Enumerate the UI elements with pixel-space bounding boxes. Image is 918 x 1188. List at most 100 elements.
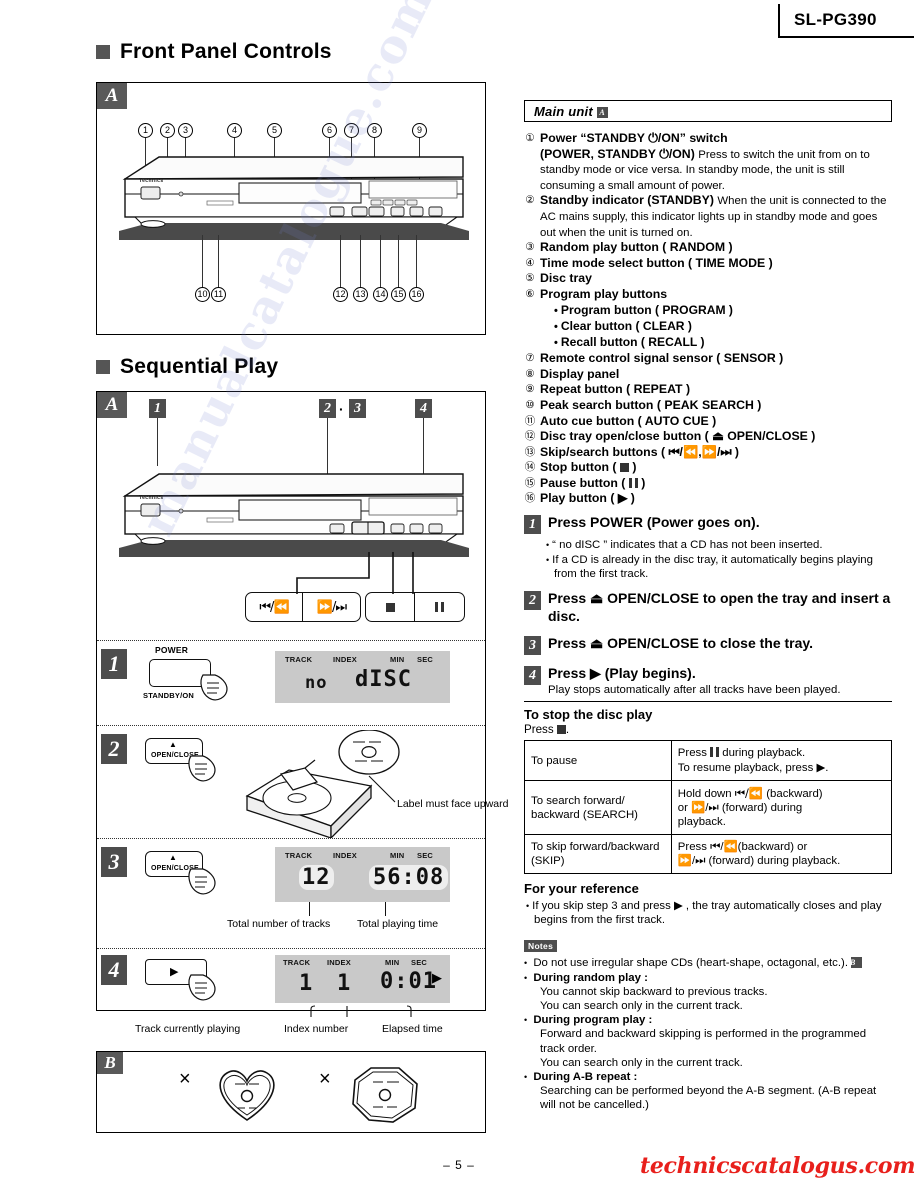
- item-title-6: Program play buttons: [540, 286, 668, 301]
- callout-7: 7: [344, 123, 359, 138]
- item-number-7: ⑦: [525, 352, 535, 365]
- skip-forward-button[interactable]: ⏩/⏭: [303, 592, 361, 622]
- figure-tag-a: A: [97, 83, 127, 109]
- step-4-number: 4: [101, 955, 127, 985]
- stop-disc-play-instruction: Press .: [524, 723, 892, 736]
- seq-marker-4: 4: [415, 399, 432, 418]
- callout-15: 15: [391, 287, 406, 302]
- item-title-8: Display panel: [540, 366, 620, 381]
- control-item-16: ⑯ Play button ( ▶ ): [524, 491, 892, 507]
- callout-11: 11: [211, 287, 226, 302]
- hand-pointer-icon-1: [200, 674, 228, 701]
- note-irregular-cds: Do not use irregular shape CDs (heart-sh…: [524, 956, 892, 970]
- seq-marker-dot: ·: [339, 401, 344, 417]
- caption-index-number: Index number: [284, 1023, 349, 1035]
- skip-back-button[interactable]: ⏮/⏪: [245, 592, 303, 622]
- device-svg-2: [119, 473, 469, 557]
- note-ab-label: During A-B repeat :: [533, 1071, 638, 1083]
- control-item-4: ④ Time mode select button ( TIME MODE ): [524, 256, 892, 272]
- callout-1: 1: [138, 123, 153, 138]
- lcd-label-min: MIN: [390, 655, 405, 664]
- front-panel-controls-heading: Front Panel Controls: [96, 40, 486, 64]
- seq-marker-1: 1: [149, 399, 166, 418]
- item-number-2: ②: [525, 194, 535, 207]
- pause-button[interactable]: [415, 592, 465, 622]
- item-number-13: ⑬: [524, 445, 536, 458]
- procedure-steps: 1 Press POWER (Power goes on). “ no dISC…: [524, 514, 892, 697]
- control-item-12: ⑫ Disc tray open/close button ( ⏏ OPEN/C…: [524, 429, 892, 445]
- step-1-bullet-2: If a CD is already in the disc tray, it …: [546, 553, 892, 581]
- search-how-pre: Hold down: [677, 788, 732, 801]
- power-button-label-top: POWER: [155, 645, 189, 655]
- control-item-3: ③ Random play button ( RANDOM ): [524, 240, 892, 256]
- procedure-step-1-number: 1: [524, 515, 541, 535]
- cell-action-skip: To skip forward/backward (SKIP): [524, 834, 672, 875]
- lcd4-label-sec: SEC: [411, 958, 428, 967]
- callout-3: 3: [178, 123, 193, 138]
- note-random-line1: You cannot skip backward to previous tra…: [540, 985, 768, 998]
- notes-section: Notes Do not use irregular shape CDs (he…: [524, 936, 892, 1112]
- section-title: Front Panel Controls: [120, 40, 332, 63]
- item-title-2: Standby indicator (STANDBY): [540, 193, 714, 208]
- bullet-square-icon-2: [96, 360, 110, 374]
- lcd-value-no: no: [305, 673, 328, 693]
- resume-how-pre: To resume playback, press: [677, 762, 814, 775]
- figure-a-front-panel: A 1 2 3 4 5 6 7 8 9 Technics 10 11 12 13…: [96, 82, 486, 335]
- control-item-13: ⑬ Skip/search buttons ( ⏮/⏪,⏩/⏭ ): [524, 445, 892, 461]
- callout-12: 12: [333, 287, 348, 302]
- main-unit-label: Main unit: [534, 104, 593, 119]
- for-your-reference-heading: For your reference: [524, 881, 639, 897]
- heart-shaped-cd-icon: [219, 1070, 275, 1121]
- eject-icon-2: ▲: [169, 740, 177, 749]
- note-random-label: During random play :: [533, 971, 648, 984]
- step-1-panel: 1 POWER STANDBY/ON TRACK INDEX MIN SEC n…: [97, 640, 485, 725]
- table-row-pause: To pause Press during playback. To resum…: [524, 740, 893, 782]
- caption-total-tracks: Total number of tracks: [227, 918, 331, 930]
- search-how-post: (backward): [766, 788, 823, 801]
- note-ab-line1: Searching can be performed beyond the A-…: [540, 1085, 877, 1112]
- callout-13: 13: [353, 287, 368, 302]
- note-irregular-text: Do not use irregular shape CDs (heart-sh…: [533, 957, 849, 970]
- procedure-step-4-main: Press ▶ (Play begins).: [548, 665, 696, 682]
- bullet-square-icon: [96, 45, 110, 59]
- subitem-clear: Clear button ( CLEAR ): [554, 319, 892, 335]
- main-unit-ref-tag: A: [596, 107, 608, 118]
- play-glyph-table: ▶: [816, 760, 826, 775]
- seq-marker-3: 3: [349, 399, 366, 418]
- program-play-subitems: Program button ( PROGRAM ) Clear button …: [540, 303, 892, 352]
- main-unit-header-box: Main unit A: [524, 100, 892, 122]
- resume-how-post: .: [825, 762, 829, 775]
- pause-glyph-table: [710, 747, 720, 758]
- tick-total-time: [385, 902, 387, 916]
- item-number-5: ⑤: [525, 272, 535, 285]
- item-number-16: ⑯: [524, 492, 536, 505]
- eject-icon-3: ▲: [169, 853, 177, 862]
- control-item-2: ② Standby indicator (STANDBY) When the u…: [524, 193, 892, 240]
- reference-bullet-1: If you skip step 3 and press ▶ , the tra…: [526, 899, 892, 927]
- item-number-14: ⑭: [524, 461, 536, 474]
- main-unit-title: Main unit A: [534, 104, 608, 119]
- lcd-display-4: TRACK INDEX MIN SEC 1 1 0:01 ▶: [275, 955, 450, 1003]
- note-program-play: During program play : Forward and backwa…: [524, 1013, 892, 1070]
- callout-14: 14: [373, 287, 388, 302]
- lcd4-track-value: 1: [299, 971, 314, 996]
- right-column: Main unit A ① Power “STANDBY ⏻/ON” switc…: [524, 100, 893, 1113]
- lcd3-label-sec: SEC: [417, 851, 434, 860]
- stop-press-prefix: Press: [524, 723, 554, 737]
- transport-button-group-skip: ⏮/⏪ ⏩/⏭: [245, 592, 361, 622]
- item-title-3: Random play button ( RANDOM ): [540, 240, 733, 255]
- stop-button[interactable]: [365, 592, 415, 622]
- item-title-13: Skip/search buttons ( ⏮/⏪,⏩/⏭ ): [540, 444, 739, 459]
- figure-a-sequential-play: A 1 2 · 3 4 Technics ⏮/⏪ ⏩/⏭ 1 POWER STA…: [96, 391, 508, 1035]
- leader-line-13: [360, 235, 362, 287]
- notes-list: Do not use irregular shape CDs (heart-sh…: [524, 956, 892, 1112]
- item-title-15: Pause button ( ): [540, 475, 646, 490]
- procedure-step-3: 3 Press ⏏ OPEN/CLOSE to close the tray.: [524, 635, 892, 656]
- hand-pointer-icon-2: [188, 755, 216, 782]
- procedure-step-1: 1 Press POWER (Power goes on).: [524, 514, 892, 535]
- lcd3-time-value: 56:08: [369, 865, 449, 890]
- sequential-play-heading: Sequential Play: [96, 355, 486, 379]
- reference-bullets: If you skip step 3 and press ▶ , the tra…: [526, 899, 892, 927]
- seq-leader-1: [157, 418, 159, 466]
- table-row-search: To search forward/ backward (SEARCH) Hol…: [524, 780, 893, 836]
